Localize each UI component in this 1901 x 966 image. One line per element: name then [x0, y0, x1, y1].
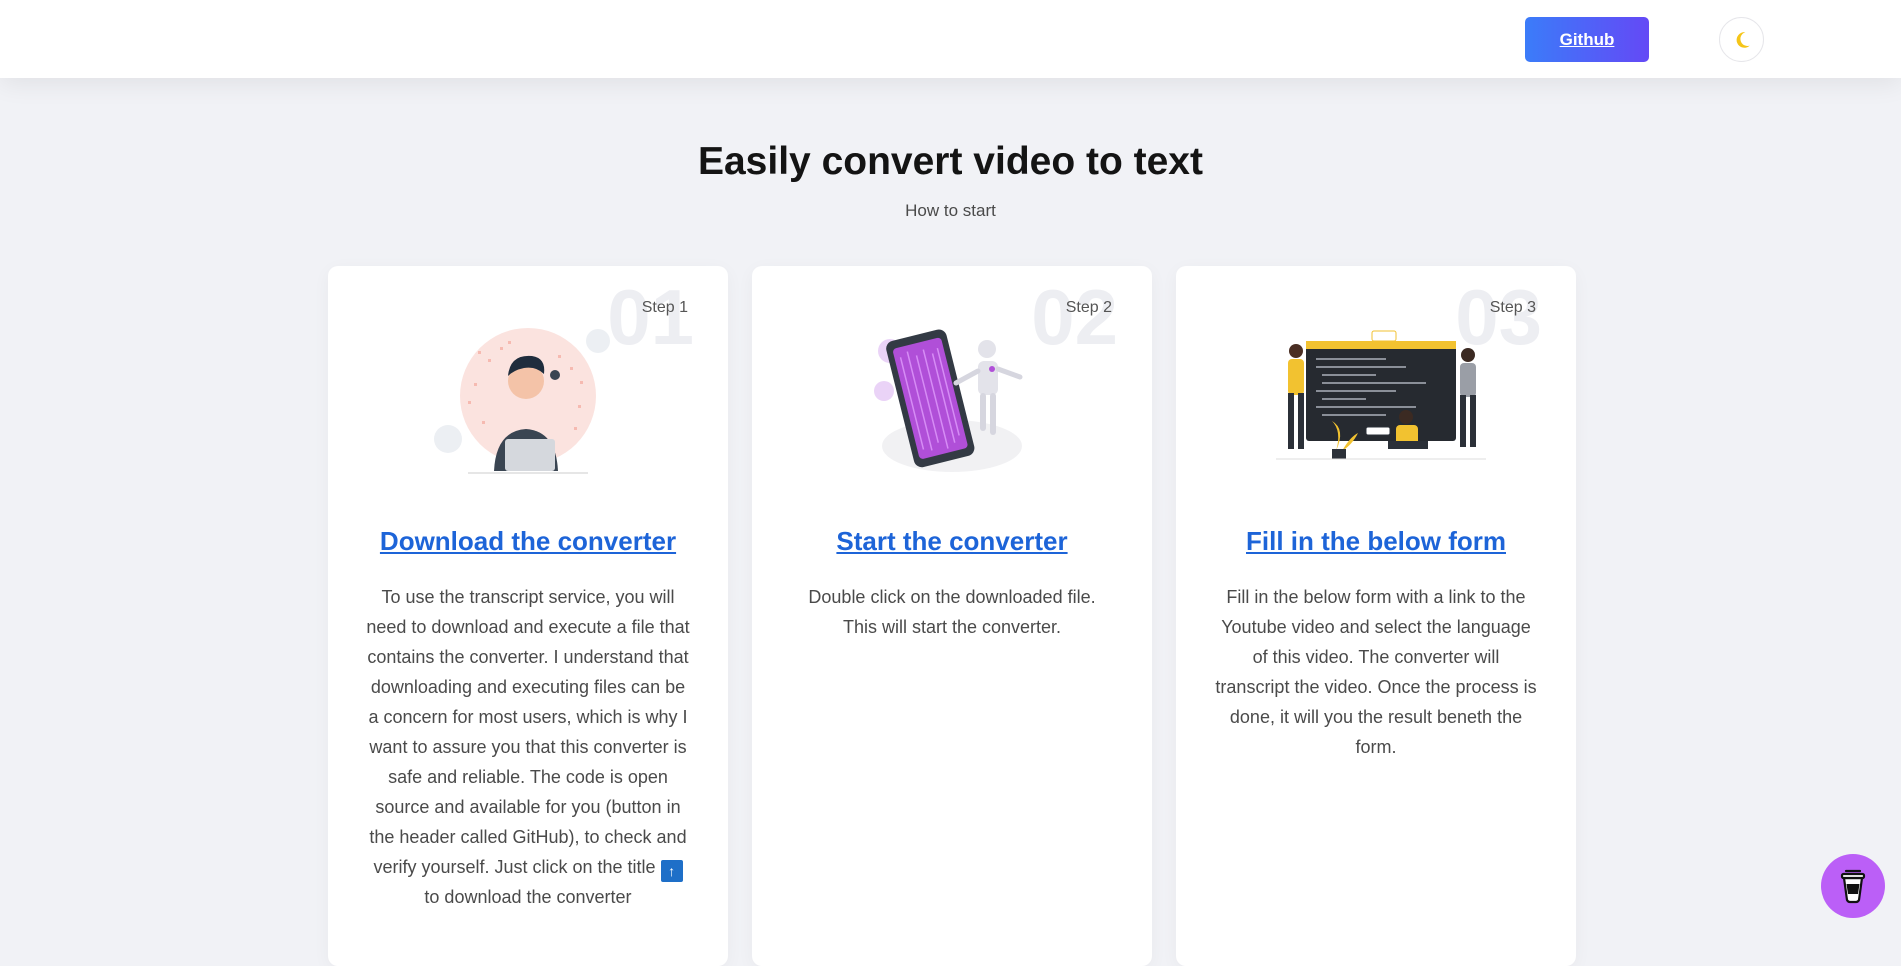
step-card-1: 01 Step 1 Download the converter To use …	[328, 266, 728, 966]
step-description: To use the transcript service, you will …	[366, 587, 690, 907]
fill-form-link[interactable]: Fill in the below form	[1176, 526, 1576, 557]
step-label: Step 2	[1065, 299, 1112, 316]
step-card-2: 02 Step 2 Start the converter Double cli…	[752, 266, 1152, 966]
step-description: Fill in the below form with a link to th…	[1215, 587, 1537, 757]
buy-me-a-coffee-button[interactable]	[1821, 854, 1885, 918]
theme-toggle-button[interactable]	[1719, 17, 1764, 62]
download-converter-link[interactable]: Download the converter	[328, 526, 728, 557]
step-description: Double click on the downloaded file. Thi…	[808, 587, 1096, 637]
github-button[interactable]: Github	[1525, 17, 1649, 62]
step-card-3: 03 Step 3 Fill in the below form Fill in…	[1176, 266, 1576, 966]
page-subtitle: How to start	[905, 201, 996, 220]
robot-phone-illustration	[874, 329, 1023, 472]
step-label: Step 1	[641, 299, 688, 316]
top-header: Github	[0, 0, 1901, 78]
up-arrow-icon: ↑	[660, 860, 683, 882]
person-laptop-illustration	[434, 328, 610, 474]
team-coding-illustration	[1276, 330, 1486, 460]
moon-icon	[1736, 31, 1750, 48]
coffee-cup-icon	[1840, 869, 1866, 904]
page-title: Easily convert video to text	[697, 140, 1203, 183]
step-label: Step 3	[1489, 299, 1536, 316]
start-converter-link[interactable]: Start the converter	[752, 526, 1152, 557]
